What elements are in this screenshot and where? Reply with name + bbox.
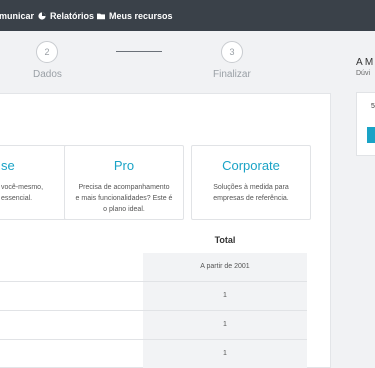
plan-card-pro[interactable]: Pro Precisa de acompanhamento e mais fun…: [64, 145, 184, 220]
sidebar-text: 5: [371, 103, 375, 110]
sidebar-title: A M: [356, 57, 374, 68]
sidebar-subtitle: Dúvi: [356, 70, 371, 77]
total-cell: 1: [143, 311, 307, 339]
plan-description: Precisa de acompanhamento e mais funcion…: [75, 184, 173, 213]
step-3-label: Finalizar: [213, 69, 251, 80]
plan-title: Pro: [113, 158, 135, 173]
plan-title: Corporate: [222, 158, 280, 173]
total-column-header: Total: [214, 235, 236, 245]
sidebar-box: [356, 92, 375, 156]
wizard-stepper: 2 Dados 3 Finalizar: [0, 31, 375, 83]
total-cell: A partir de 2001: [143, 253, 307, 281]
sidebar-button[interactable]: [367, 127, 375, 143]
pie-chart-icon: [38, 12, 46, 20]
total-cell: 1: [143, 282, 307, 310]
step-connector: [116, 51, 162, 52]
nav-item-relatorios[interactable]: Relatórios: [38, 8, 94, 24]
nav-item-comunicar[interactable]: municar: [0, 8, 34, 24]
nav-item-meus-recursos[interactable]: Meus recursos: [97, 8, 173, 24]
step-2-label: Dados: [33, 69, 62, 80]
nav-item-label: municar: [0, 11, 35, 21]
step-3-circle[interactable]: 3: [221, 41, 243, 63]
nav-item-label: Relatórios: [50, 11, 95, 21]
nav-item-label: Meus recursos: [109, 11, 173, 21]
folder-icon: [97, 13, 105, 20]
step-2-circle[interactable]: 2: [36, 41, 58, 63]
total-cell: 1: [143, 340, 307, 368]
top-nav-bar: municar Relatórios Meus recursos: [0, 0, 375, 31]
plan-description: Soluções à medida para empresas de refer…: [213, 184, 289, 202]
plan-card-corporate[interactable]: Corporate Soluções à medida para empresa…: [191, 145, 311, 220]
